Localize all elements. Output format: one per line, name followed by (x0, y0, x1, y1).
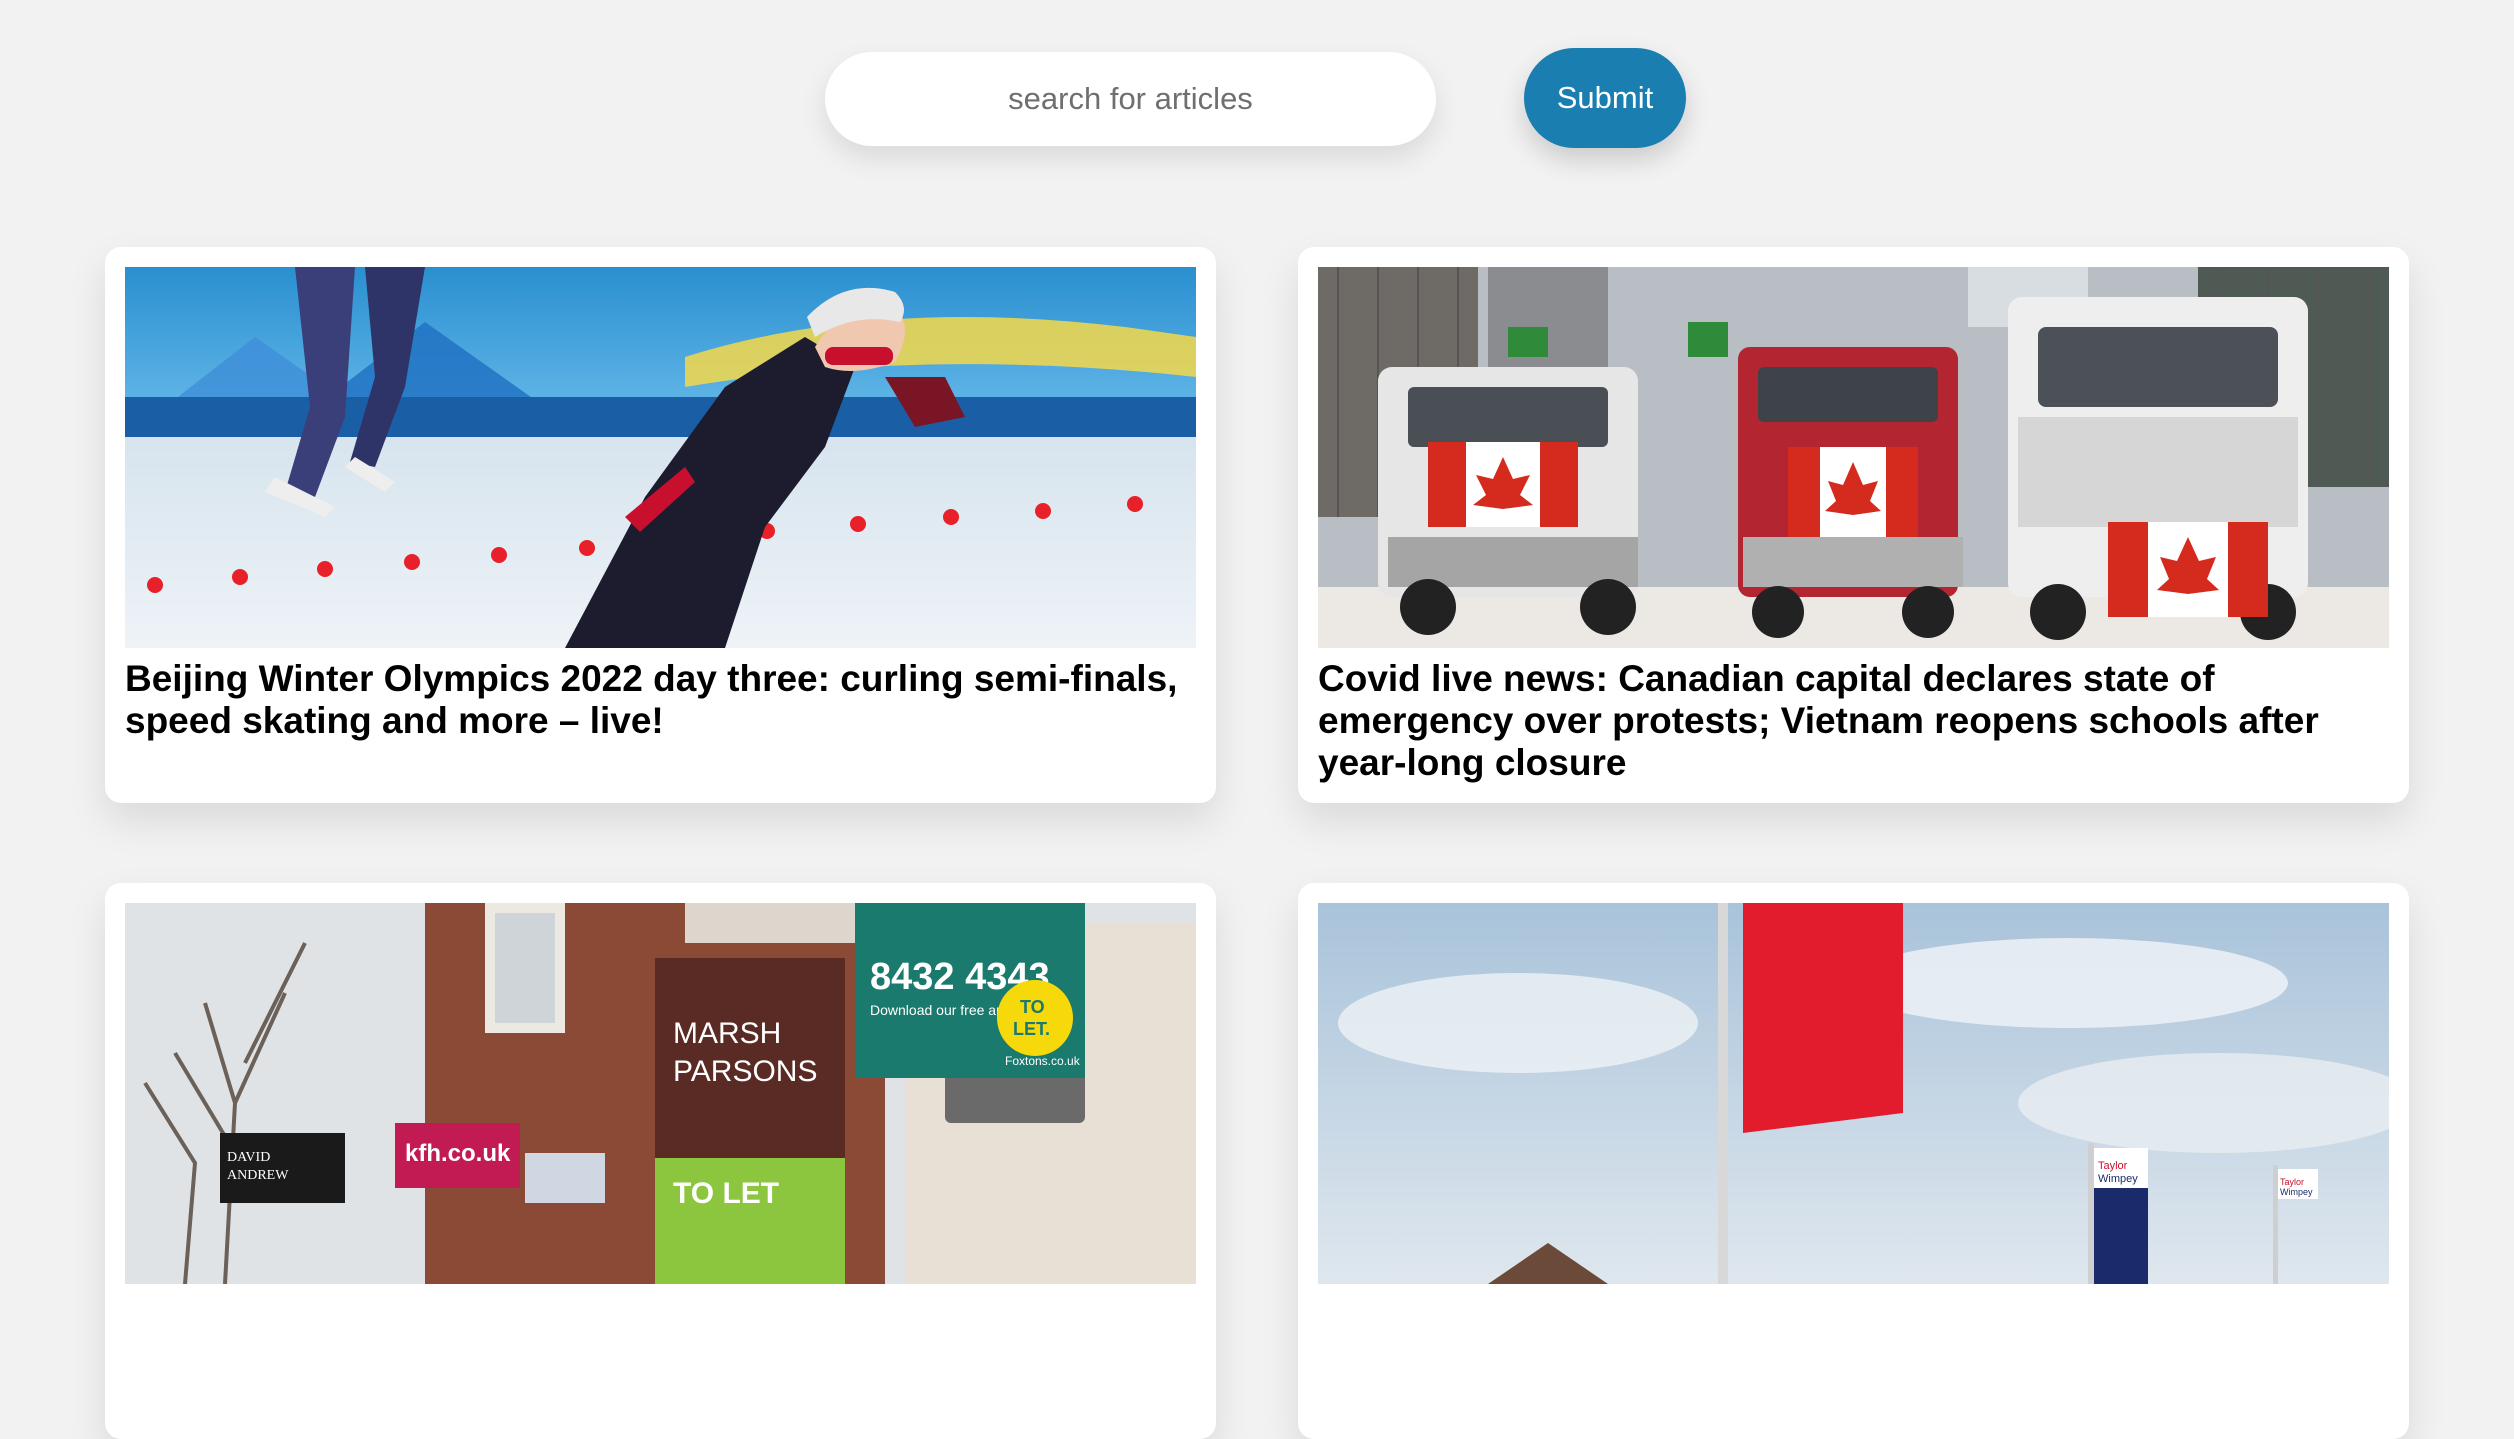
svg-text:kfh.co.uk: kfh.co.uk (405, 1140, 511, 1167)
article-card[interactable]: Covid live news: Canadian capital declar… (1298, 247, 2409, 803)
svg-text:MARSH: MARSH (673, 1017, 781, 1050)
svg-text:ANDREW: ANDREW (227, 1168, 289, 1183)
search-bar: Submit (0, 48, 2514, 148)
svg-text:TO: TO (1020, 997, 1045, 1017)
article-grid: Beijing Winter Olympics 2022 day three: … (105, 247, 2409, 1439)
submit-button[interactable]: Submit (1524, 48, 1686, 148)
article-title[interactable]: Covid live news: Canadian capital declar… (1318, 658, 2389, 784)
article-image-trucks[interactable] (1318, 267, 2389, 648)
svg-text:Taylor: Taylor (2098, 1160, 2128, 1172)
svg-text:DAVID: DAVID (227, 1150, 270, 1165)
article-image-housing-development[interactable]: Taylor Wimpey Taylor Wimpey (1318, 903, 2389, 1284)
article-title[interactable]: Beijing Winter Olympics 2022 day three: … (125, 658, 1196, 742)
article-card[interactable]: 8432 4343 Download our free app TO LET. … (105, 883, 1216, 1439)
article-image-to-let-signs[interactable]: 8432 4343 Download our free app TO LET. … (125, 903, 1196, 1284)
svg-text:Foxtons.co.uk: Foxtons.co.uk (1005, 1054, 1081, 1068)
svg-text:LET.: LET. (1013, 1019, 1050, 1039)
svg-text:Wimpey: Wimpey (2098, 1173, 2138, 1185)
article-card[interactable]: Beijing Winter Olympics 2022 day three: … (105, 247, 1216, 803)
article-image-speed-skating[interactable] (125, 267, 1196, 648)
article-card[interactable]: Taylor Wimpey Taylor Wimpey (1298, 883, 2409, 1439)
svg-text:TO LET: TO LET (673, 1177, 779, 1210)
svg-text:Wimpey: Wimpey (2280, 1187, 2313, 1197)
svg-text:Download our free app: Download our free app (870, 1002, 1012, 1018)
svg-text:Taylor: Taylor (2280, 1177, 2304, 1187)
svg-text:PARSONS: PARSONS (673, 1055, 817, 1088)
search-input[interactable] (825, 52, 1436, 146)
